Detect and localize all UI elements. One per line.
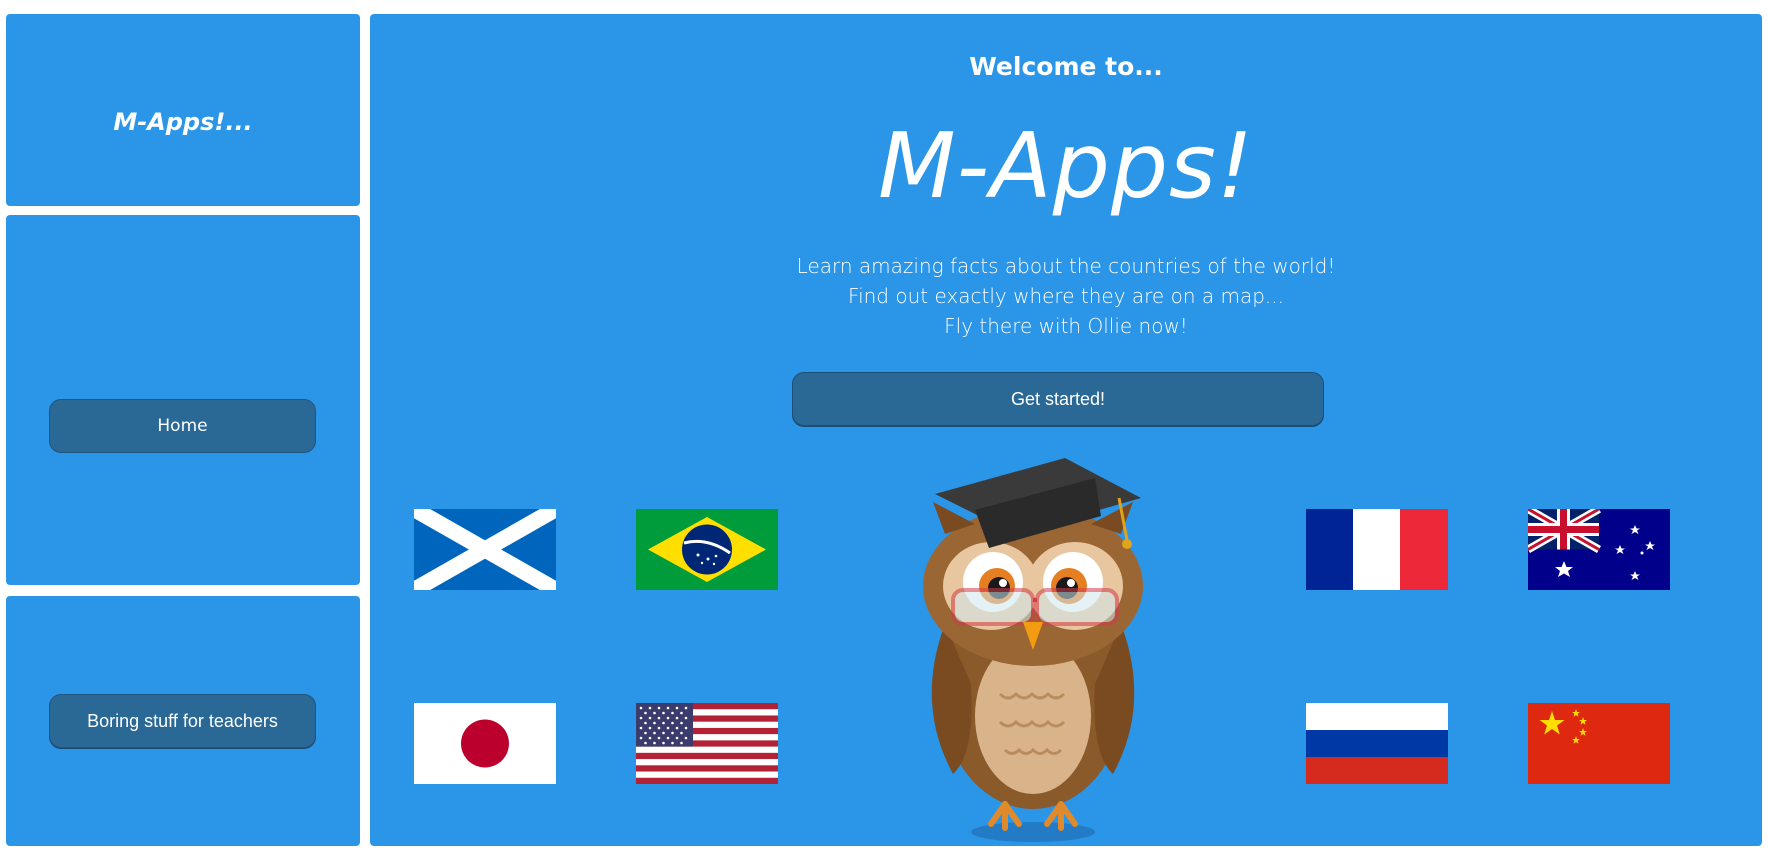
welcome-heading: Welcome to... — [969, 52, 1163, 81]
graduate-owl-mascot — [905, 454, 1165, 846]
scotland-flag — [414, 509, 556, 590]
sidebar-logo: M-Apps!... — [113, 108, 253, 136]
tagline-line-1: Learn amazing facts about the countries … — [796, 254, 1336, 278]
tagline-line-3: Fly there with Ollie now! — [944, 314, 1188, 338]
china-flag — [1528, 703, 1670, 784]
russia-flag — [1306, 703, 1448, 784]
tagline-line-2: Find out exactly where they are on a map… — [848, 284, 1284, 308]
page-title: M-Apps! — [878, 114, 1254, 219]
australia-flag — [1528, 509, 1670, 590]
logo-panel: M-Apps!... — [6, 14, 360, 206]
japan-flag — [414, 703, 556, 784]
main-panel: Welcome to... M-Apps! Learn amazing fact… — [370, 14, 1762, 846]
teachers-button[interactable]: Boring stuff for teachers — [49, 694, 316, 748]
teacher-panel: Boring stuff for teachers — [6, 596, 360, 846]
home-button[interactable]: Home — [49, 399, 316, 453]
get-started-button[interactable]: Get started! — [792, 372, 1324, 426]
nav-panel: Home — [6, 215, 360, 585]
usa-flag — [636, 703, 778, 784]
brazil-flag — [636, 509, 778, 590]
france-flag — [1306, 509, 1448, 590]
